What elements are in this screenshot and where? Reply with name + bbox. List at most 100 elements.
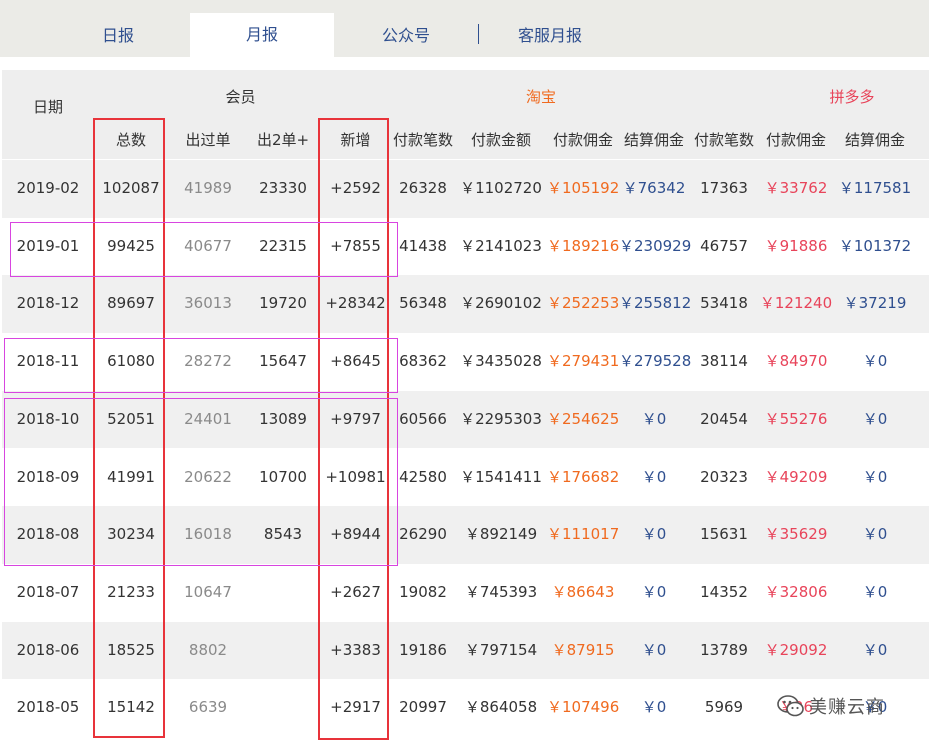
cell-pdd-settle-commission: ￥101372 — [838, 236, 912, 255]
cell-tb-pay-count: 41438 — [399, 236, 447, 255]
cell-pdd-pay-commission: ￥29092 — [764, 640, 828, 659]
cell-ordered: 41989 — [184, 179, 232, 197]
cell-tb-pay-amount: ￥2690102 — [460, 294, 542, 313]
header-group-pdd: 拼多多 — [829, 88, 875, 106]
header-pdd-settle-commission: 结算佣金 — [844, 131, 905, 149]
watermark: 美赚云商 — [775, 690, 910, 720]
cell-tb-pay-commission: ￥176682 — [547, 467, 620, 486]
cell-pdd-pay-commission: ￥33762 — [764, 179, 828, 197]
cell-tb-pay-count: 42580 — [399, 467, 447, 486]
cell-tb-pay-commission: ￥107496 — [547, 698, 620, 717]
cell-pdd-pay-count: 17363 — [700, 179, 748, 197]
cell-tb-pay-amount: ￥3435028 — [460, 352, 542, 371]
cell-tb-pay-amount: ￥2141023 — [460, 236, 542, 255]
cell-tb-pay-amount: ￥1541411 — [460, 467, 542, 486]
cell-date: 2018-12 — [16, 294, 80, 313]
header-ordered-2plus: 出2单+ — [256, 131, 310, 149]
cell-pdd-settle-commission: ￥0 — [862, 582, 888, 601]
cell-date: 2018-05 — [16, 698, 80, 717]
cell-pdd-settle-commission: ￥0 — [862, 352, 888, 371]
cell-tb-settle-commission: ￥0 — [641, 640, 667, 659]
cell-pdd-pay-commission: ￥49209 — [764, 467, 828, 486]
cell-ordered: 36013 — [184, 294, 232, 313]
cell-pdd-pay-count: 46757 — [700, 236, 748, 255]
cell-tb-pay-count: 56348 — [399, 294, 447, 313]
cell-ordered: 10647 — [184, 582, 232, 601]
cell-tb-settle-commission: ￥0 — [641, 467, 667, 486]
cell-pdd-settle-commission: ￥0 — [862, 467, 888, 486]
highlight-2019-01-row — [10, 222, 398, 277]
cell-tb-settle-commission: ￥0 — [641, 525, 667, 544]
cell-pdd-pay-count: 15631 — [700, 525, 748, 544]
cell-tb-pay-commission: ￥254625 — [547, 409, 620, 428]
cell-pdd-pay-commission: ￥35629 — [764, 525, 828, 544]
cell-tb-pay-commission: ￥189216 — [547, 236, 620, 255]
cell-pdd-pay-count: 5969 — [704, 698, 744, 717]
cell-date: 2018-07 — [16, 582, 80, 601]
header-pdd-pay-count: 付款笔数 — [693, 131, 754, 149]
cell-tb-settle-commission: ￥76342 — [622, 179, 686, 197]
cell-ordered-2plus — [246, 564, 320, 622]
highlight-2018-08-10-rows — [4, 398, 398, 566]
header-tb-pay-amount: 付款金额 — [470, 131, 531, 149]
wechat-icon — [777, 695, 804, 717]
header-date: 日期 — [32, 98, 63, 116]
cell-tb-pay-count: 20997 — [399, 698, 447, 717]
cell-date: 2019-02 — [16, 179, 80, 197]
cell-ordered-2plus — [246, 679, 320, 737]
cell-tb-settle-commission: ￥279528 — [619, 352, 692, 371]
cell-pdd-pay-count: 13789 — [700, 640, 748, 659]
cell-tb-pay-count: 19186 — [399, 640, 447, 659]
cell-tb-pay-commission: ￥111017 — [547, 525, 620, 544]
tab-bar: 日报 月报 公众号 客服月报 — [0, 0, 929, 57]
tab-official-account[interactable]: 公众号 — [334, 14, 478, 57]
cell-pdd-pay-commission: ￥91886 — [764, 236, 828, 255]
header-group-member: 会员 — [225, 88, 256, 106]
header-tb-pay-commission: 付款佣金 — [552, 131, 613, 149]
header-pdd-pay-commission: 付款佣金 — [765, 131, 826, 149]
cell-tb-pay-amount: ￥2295303 — [460, 409, 542, 428]
cell-pdd-pay-count: 53418 — [700, 294, 748, 313]
cell-pdd-pay-commission: ￥32806 — [764, 582, 828, 601]
cell-pdd-pay-commission: ￥121240 — [759, 294, 833, 313]
header-tb-pay-count: 付款笔数 — [392, 131, 453, 149]
cell-pdd-settle-commission: ￥0 — [862, 640, 888, 659]
cell-tb-pay-commission: ￥87915 — [551, 640, 615, 659]
cell-tb-pay-count: 26328 — [399, 179, 447, 197]
table-header-group-row: 日期 会员 淘宝 拼多多 — [2, 70, 929, 118]
cell-tb-settle-commission: ￥0 — [641, 698, 667, 717]
cell-tb-settle-commission: ￥0 — [641, 409, 667, 428]
cell-tb-settle-commission: ￥0 — [641, 582, 667, 601]
tab-daily[interactable]: 日报 — [46, 14, 190, 57]
cell-tb-pay-count: 19082 — [399, 582, 447, 601]
cell-tb-settle-commission: ￥255812 — [619, 294, 692, 313]
cell-pdd-pay-count: 38114 — [700, 352, 748, 371]
cell-pdd-pay-count: 14352 — [700, 582, 748, 601]
cell-pdd-pay-commission: ￥55276 — [764, 409, 828, 428]
header-group-taobao: 淘宝 — [525, 88, 556, 106]
cell-tb-pay-amount: ￥745393 — [464, 582, 538, 601]
cell-ordered-2plus — [246, 622, 320, 680]
cell-tb-pay-commission: ￥279431 — [547, 352, 620, 371]
cell-pdd-pay-commission: ￥84970 — [764, 352, 828, 371]
cell-tb-pay-amount: ￥864058 — [464, 698, 538, 717]
cell-date: 2018-06 — [16, 640, 80, 659]
cell-pdd-settle-commission: ￥37219 — [843, 294, 907, 313]
cell-tb-pay-amount: ￥892149 — [464, 525, 538, 544]
cell-ordered: 8802 — [188, 640, 228, 659]
cell-tb-pay-commission: ￥105192 — [547, 179, 620, 197]
cell-pdd-pay-count: 20454 — [700, 409, 748, 428]
cell-pdd-pay-count: 20323 — [700, 467, 748, 486]
tab-monthly[interactable]: 月报 — [190, 13, 334, 57]
cell-tb-pay-amount: ￥797154 — [464, 640, 538, 659]
header-tb-settle-commission: 结算佣金 — [623, 131, 684, 149]
header-ordered: 出过单 — [185, 131, 231, 149]
cell-pdd-settle-commission: ￥117581 — [838, 179, 912, 197]
cell-ordered: 6639 — [188, 698, 228, 717]
cell-ordered-2plus: 23330 — [259, 179, 307, 197]
tab-cs-monthly[interactable]: 客服月报 — [479, 14, 621, 57]
cell-tb-pay-count: 68362 — [399, 352, 447, 371]
cell-tb-pay-commission: ￥86643 — [551, 582, 615, 601]
cell-ordered-2plus: 19720 — [259, 294, 307, 313]
cell-tb-settle-commission: ￥230929 — [619, 236, 692, 255]
